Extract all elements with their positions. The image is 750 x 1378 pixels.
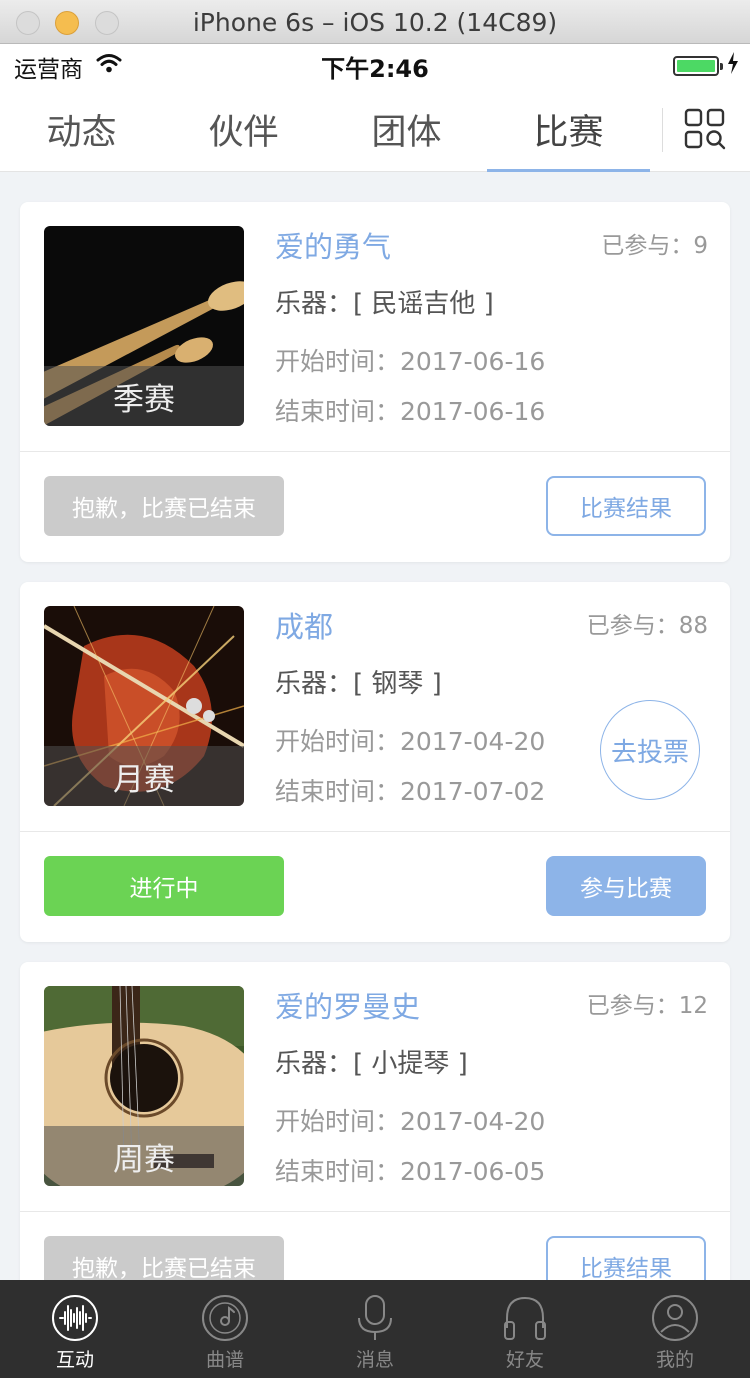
nav-label: 好友 xyxy=(505,1349,544,1371)
start-time: 开始时间：2017-06-16 xyxy=(275,347,546,376)
results-button[interactable]: 比赛结果 xyxy=(546,1236,706,1280)
results-button[interactable]: 比赛结果 xyxy=(546,476,706,536)
disc-icon xyxy=(202,1295,248,1341)
charging-bolt-icon xyxy=(728,52,738,74)
nav-label: 我的 xyxy=(655,1349,694,1371)
participant-count: 已参与：12 xyxy=(586,993,708,1019)
headphones-icon xyxy=(504,1296,546,1340)
competition-type-label: 月赛 xyxy=(44,746,244,806)
end-time: 结束时间：2017-06-16 xyxy=(275,397,546,426)
instrument-label: 乐器：[ 钢琴 ] xyxy=(275,669,442,699)
vote-button[interactable]: 去投票 xyxy=(600,700,700,800)
competition-type-label: 周赛 xyxy=(44,1126,244,1186)
instrument-label: 乐器：[ 民谣吉他 ] xyxy=(275,289,494,319)
microphone-icon xyxy=(358,1295,392,1340)
grid-search-icon[interactable] xyxy=(684,108,726,150)
tab-dynamics[interactable]: 动态 xyxy=(0,86,163,172)
tab-partners[interactable]: 伙伴 xyxy=(162,86,325,172)
competition-card[interactable]: 周赛 爱的罗曼史 已参与：12 乐器：[ 小提琴 ] 开始时间：2017-04-… xyxy=(20,962,730,1280)
user-icon xyxy=(652,1295,698,1341)
top-tab-bar: 动态 伙伴 团体 比赛 xyxy=(0,86,750,172)
nav-item-friends[interactable]: 好友 xyxy=(450,1280,600,1378)
end-time: 结束时间：2017-07-02 xyxy=(275,777,546,806)
competition-type-label: 季赛 xyxy=(44,366,244,426)
battery-icon xyxy=(673,56,723,76)
end-time: 结束时间：2017-06-05 xyxy=(275,1157,546,1186)
join-competition-button[interactable]: 参与比赛 xyxy=(546,856,706,916)
tab-divider xyxy=(662,108,663,152)
competition-card[interactable]: 月赛 成都 已参与：88 乐器：[ 钢琴 ] 开始时间：2017-04-20 结… xyxy=(20,582,730,942)
competition-list[interactable]: 季赛 爱的勇气 已参与：9 乐器：[ 民谣吉他 ] 开始时间：2017-06-1… xyxy=(0,172,750,1280)
card-divider xyxy=(20,831,730,832)
competition-card[interactable]: 季赛 爱的勇气 已参与：9 乐器：[ 民谣吉他 ] 开始时间：2017-06-1… xyxy=(20,202,730,562)
nav-item-interaction[interactable]: 互动 xyxy=(0,1280,150,1378)
status-time: 下午2:46 xyxy=(321,55,429,83)
simulator-title-bar: iPhone 6s – iOS 10.2 (14C89) xyxy=(0,0,750,44)
waveform-icon xyxy=(52,1295,98,1341)
start-time: 开始时间：2017-04-20 xyxy=(275,727,546,756)
instrument-label: 乐器：[ 小提琴 ] xyxy=(275,1049,468,1079)
nav-label: 互动 xyxy=(55,1349,94,1371)
nav-label: 消息 xyxy=(355,1349,394,1371)
bottom-nav-bar: 互动 曲谱 消息 好友 我的 xyxy=(0,1280,750,1378)
tab-competitions[interactable]: 比赛 xyxy=(487,86,650,172)
competition-title[interactable]: 爱的勇气 xyxy=(275,224,391,266)
competition-image: 周赛 xyxy=(44,986,244,1186)
nav-item-me[interactable]: 我的 xyxy=(600,1280,750,1378)
competition-title[interactable]: 爱的罗曼史 xyxy=(275,984,420,1026)
nav-item-scores[interactable]: 曲谱 xyxy=(150,1280,300,1378)
card-divider xyxy=(20,1211,730,1212)
start-time: 开始时间：2017-04-20 xyxy=(275,1107,546,1136)
competition-title[interactable]: 成都 xyxy=(275,604,333,646)
participant-count: 已参与：88 xyxy=(586,613,708,639)
nav-item-messages[interactable]: 消息 xyxy=(300,1280,450,1378)
competition-image: 季赛 xyxy=(44,226,244,426)
window-title: iPhone 6s – iOS 10.2 (14C89) xyxy=(192,8,558,37)
participant-count: 已参与：9 xyxy=(601,233,708,259)
status-bar: 运营商 下午2:46 xyxy=(0,44,750,86)
tab-groups[interactable]: 团体 xyxy=(325,86,488,172)
status-ended-badge: 抱歉，比赛已结束 xyxy=(44,1236,284,1280)
status-ongoing-badge: 进行中 xyxy=(44,856,284,916)
card-divider xyxy=(20,451,730,452)
status-ended-badge: 抱歉，比赛已结束 xyxy=(44,476,284,536)
competition-image: 月赛 xyxy=(44,606,244,806)
nav-label: 曲谱 xyxy=(205,1349,244,1371)
